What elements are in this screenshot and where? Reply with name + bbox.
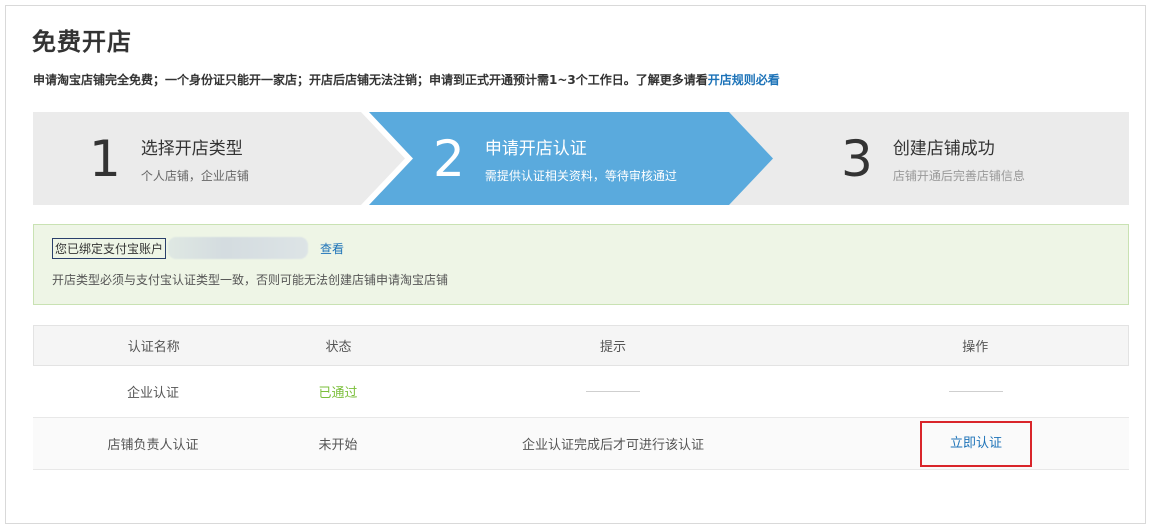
step-2-subtitle: 需提供认证相关资料，等待审核通过 [484,168,677,183]
header-action: 操作 [962,340,989,355]
view-account-link[interactable]: 查看 [320,240,344,257]
certify-now-link[interactable]: 立即认证 [950,436,1002,451]
certification-table: 认证名称 状态 提示 操作 企业认证 已通过 店铺负责人认证 未开始 企业认证完… [33,325,1129,470]
cert-action-cell: 立即认证 [823,420,1129,467]
step-1-title: 选择开店类型 [140,138,243,159]
cert-tip-empty [403,384,823,399]
intro-text: 申请淘宝店铺完全免费；一个身份证只能开一家店；开店后店铺无法注销；申请到正式开通… [33,71,780,88]
cert-action-empty [823,384,1129,399]
header-name: 认证名称 [127,340,180,355]
header-tip: 提示 [599,340,626,355]
step-3: 3 创建店铺成功 店铺开通后完善店铺信息 [841,112,1025,205]
step-3-title: 创建店铺成功 [892,138,995,159]
shop-rules-link[interactable]: 开店规则必看 [708,73,780,87]
step-2: 2 申请开店认证 需提供认证相关资料，等待审核通过 [433,112,677,205]
table-header-row: 认证名称 状态 提示 操作 [33,325,1129,366]
page-title: 免费开店 [32,28,132,56]
step-1-subtitle: 个人店铺，企业店铺 [140,168,249,183]
step-2-number: 2 [433,129,465,188]
cert-status: 已通过 [318,386,358,401]
alipay-notice: 您已绑定支付宝账户 查看 开店类型必须与支付宝认证类型一致，否则可能无法创建店铺… [33,224,1129,305]
table-row: 企业认证 已通过 [33,366,1129,418]
type-warning-text: 开店类型必须与支付宝认证类型一致，否则可能无法创建店铺申请淘宝店铺 [52,273,449,287]
table-row: 店铺负责人认证 未开始 企业认证完成后才可进行该认证 立即认证 [33,418,1129,470]
step-3-number: 3 [841,129,873,188]
bound-account-label: 您已绑定支付宝账户 [52,237,167,259]
step-2-title: 申请开店认证 [484,138,587,159]
cert-status: 未开始 [318,438,358,453]
masked-account-value [168,237,309,259]
step-1-number: 1 [89,129,121,188]
intro-body: 申请淘宝店铺完全免费；一个身份证只能开一家店；开店后店铺无法注销；申请到正式开通… [33,73,708,87]
cert-name: 企业认证 [126,386,179,401]
cert-tip: 企业认证完成后才可进行该认证 [521,438,704,453]
cert-name: 店铺负责人认证 [107,438,199,453]
progress-steps: 1 选择开店类型 个人店铺，企业店铺 2 申请开店认证 需提供认证相关资料，等待… [33,112,1129,205]
header-status: 状态 [325,340,352,355]
highlight-box: 立即认证 [920,420,1032,467]
step-1: 1 选择开店类型 个人店铺，企业店铺 [89,112,249,205]
step-3-subtitle: 店铺开通后完善店铺信息 [892,168,1025,183]
